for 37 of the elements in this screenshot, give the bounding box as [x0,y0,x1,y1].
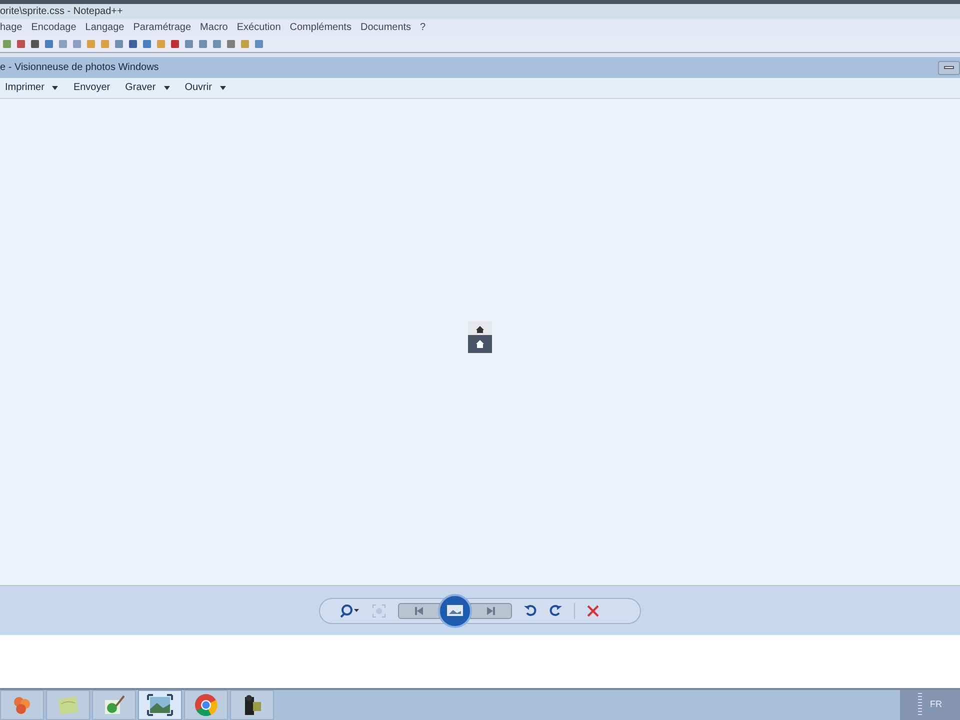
paint-icon [102,694,126,716]
next-icon [485,606,497,614]
zoom-icon[interactable] [340,604,360,618]
menu-item[interactable]: Paramétrage [133,22,192,32]
photo-viewer-icon [147,694,173,716]
slideshow-icon [447,605,463,616]
taskbar-button[interactable] [138,690,182,720]
caret-icon [164,86,170,90]
note-icon [56,694,80,716]
menu-item[interactable]: Encodage [31,22,76,32]
previous-icon [413,606,425,614]
window-title: orite\sprite.css - Notepad++ [0,6,123,16]
menu-item[interactable]: hage [0,22,22,32]
menu-item[interactable]: Exécution [236,22,281,32]
caret-icon [52,86,58,90]
command-button[interactable]: Envoyer [73,83,110,93]
menu-item[interactable]: ? [420,22,426,32]
menu-item[interactable]: Langage [85,22,124,32]
command-button[interactable]: Ouvrir [184,83,226,93]
previous-button[interactable] [398,602,440,618]
caret-icon [220,86,226,90]
menu-item[interactable]: Macro [200,22,228,32]
next-button[interactable] [470,602,512,618]
slideshow-button[interactable] [438,594,472,628]
menu-item[interactable]: Compléments [290,22,352,32]
minimize-button[interactable] [938,60,960,74]
grip-icon [918,692,922,718]
taskbar-button[interactable] [230,690,274,720]
flower-icon [11,694,33,716]
rotate-right-icon[interactable] [549,604,562,617]
browser-icon [194,693,218,717]
menu-item[interactable]: Documents [360,22,412,32]
rotate-left-icon[interactable] [524,604,537,617]
delete-icon[interactable] [587,604,599,616]
command-button[interactable]: Graver [125,83,170,93]
command-button[interactable]: Imprimer [5,83,58,93]
window-title: e - Visionneuse de photos Windows [0,62,159,72]
